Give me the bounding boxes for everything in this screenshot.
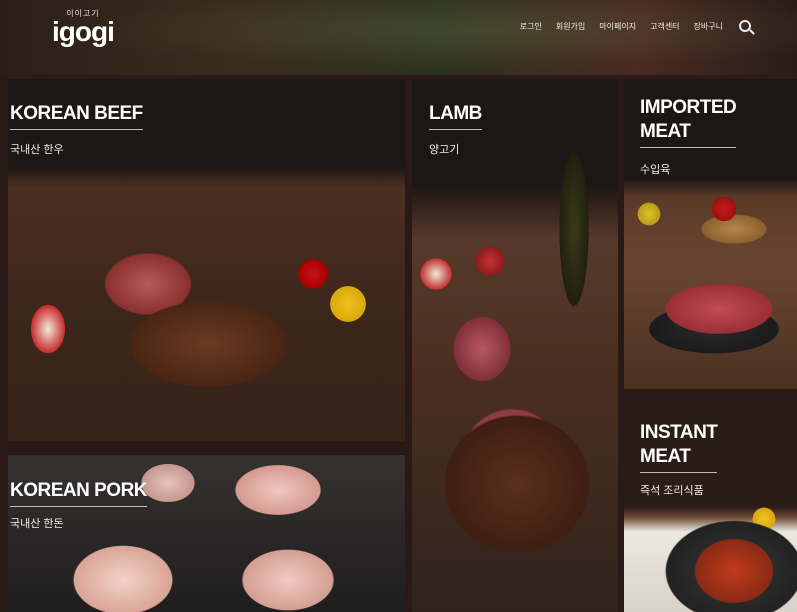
tile-title: INSTANT MEAT xyxy=(640,421,718,473)
korean-beef-image xyxy=(8,79,405,441)
tile-title: KOREAN PORK xyxy=(10,479,148,507)
logo[interactable]: 이이고기 igogi xyxy=(52,8,115,47)
tile-title: LAMB xyxy=(429,102,482,130)
tile-korean-beef[interactable]: KOREAN BEEF 국내산 한우 xyxy=(8,79,405,441)
tile-lamb[interactable]: LAMB 양고기 xyxy=(412,79,618,612)
tile-title: KOREAN BEEF xyxy=(10,102,143,130)
top-nav: 로그인 회원가입 마이페이지 고객센터 장바구니 xyxy=(520,20,751,32)
search-icon[interactable] xyxy=(739,20,751,32)
nav-mypage[interactable]: 마이페이지 xyxy=(599,21,636,32)
nav-signup[interactable]: 회원가입 xyxy=(556,21,585,32)
tile-title: IMPORTED MEAT xyxy=(640,96,737,148)
nav-login[interactable]: 로그인 xyxy=(520,21,542,32)
tile-korean-pork[interactable]: KOREAN PORK 국내산 한돈 xyxy=(8,455,405,612)
tile-instant-meat[interactable]: INSTANT MEAT 즉석 조리식품 xyxy=(624,401,797,612)
tile-subtitle: 국내산 한돈 xyxy=(10,518,64,530)
site-header: 이이고기 igogi 로그인 회원가입 마이페이지 고객센터 장바구니 xyxy=(0,0,797,75)
tile-subtitle: 수입육 xyxy=(640,164,671,176)
tile-imported-meat[interactable]: IMPORTED MEAT 수입육 xyxy=(624,79,797,389)
nav-cart[interactable]: 장바구니 xyxy=(694,21,723,32)
nav-customer-center[interactable]: 고객센터 xyxy=(650,21,679,32)
tile-subtitle: 국내산 한우 xyxy=(10,144,64,156)
tile-subtitle: 양고기 xyxy=(429,144,460,156)
tile-subtitle: 즉석 조리식품 xyxy=(640,485,704,497)
logo-wordmark: igogi xyxy=(52,16,115,47)
lamb-image xyxy=(412,79,618,612)
